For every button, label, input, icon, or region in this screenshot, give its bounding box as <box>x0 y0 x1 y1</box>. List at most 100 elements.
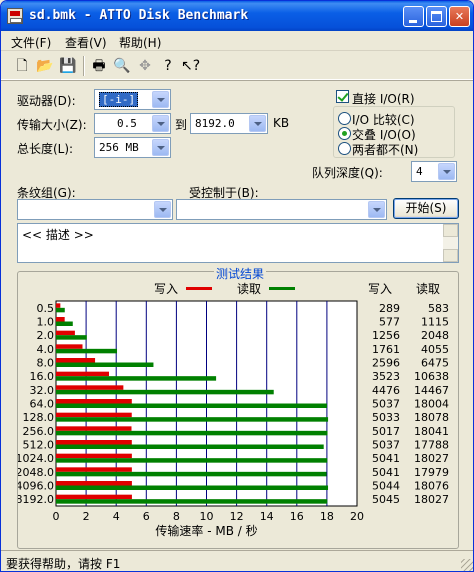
menu-file[interactable]: 文件(F) <box>11 34 51 51</box>
y-tick-label: 2048.0 <box>18 466 54 479</box>
value-write: 577 <box>379 316 400 329</box>
queue-depth-value: 4 <box>416 165 423 178</box>
value-write: 5045 <box>372 493 400 506</box>
legend-read-swatch <box>269 287 295 290</box>
value-read: 18027 <box>414 493 449 506</box>
chevron-down-icon[interactable] <box>152 115 169 132</box>
app-window: sd.bmk - ATTO Disk Benchmark ✕ 文件(F) 查看(… <box>0 0 474 572</box>
status-text: 要获得帮助，请按 F1 <box>6 557 121 571</box>
menu-view[interactable]: 查看(V) <box>65 34 107 51</box>
bar-write <box>56 440 132 445</box>
title-bar[interactable]: sd.bmk - ATTO Disk Benchmark ✕ <box>1 1 473 31</box>
value-read: 17788 <box>414 439 449 452</box>
y-tick-label: 8.0 <box>37 357 55 370</box>
queue-depth-select[interactable]: 4 <box>411 161 457 182</box>
new-file-icon[interactable]: 🗋 <box>13 57 31 75</box>
bar-read <box>56 362 154 367</box>
transfer-from-select[interactable]: 0.5 <box>94 113 171 134</box>
chevron-down-icon[interactable] <box>249 115 266 132</box>
chevron-down-icon[interactable] <box>438 163 455 180</box>
transfer-size-label: 传输大小(Z): <box>17 118 87 132</box>
y-tick-label: 16.0 <box>30 370 55 383</box>
open-folder-icon[interactable]: 📂 <box>36 57 54 75</box>
drive-label: 驱动器(D): <box>17 94 76 108</box>
y-tick-label: 8192.0 <box>18 493 54 506</box>
value-write: 1761 <box>372 343 400 356</box>
chevron-down-icon[interactable] <box>152 139 169 156</box>
total-length-label: 总长度(L): <box>17 142 74 156</box>
bar-read <box>56 348 118 354</box>
bar-write <box>56 453 132 459</box>
col-header-write: 写入 <box>368 282 392 296</box>
value-read: 2048 <box>421 329 449 342</box>
transfer-to-select[interactable]: 8192.0 <box>190 113 268 134</box>
close-button[interactable]: ✕ <box>449 6 470 27</box>
help-icon[interactable]: ? <box>159 57 177 75</box>
neither-radio[interactable] <box>338 142 351 155</box>
description-field[interactable]: << 描述 >> <box>17 223 459 263</box>
transfer-to-value: 8192.0 <box>195 117 235 130</box>
direct-io-checkbox[interactable] <box>336 90 349 103</box>
total-length-value: 256 MB <box>99 141 139 154</box>
disk-app-icon[interactable] <box>7 8 23 24</box>
print-preview-icon[interactable]: 🔍 <box>113 57 131 75</box>
close-icon: ✕ <box>454 10 465 23</box>
minimize-button[interactable] <box>403 6 424 27</box>
drive-select[interactable]: [-i-] <box>94 89 171 110</box>
overlap-io-radio[interactable] <box>338 127 351 140</box>
description-scrollbar[interactable] <box>443 224 458 262</box>
chevron-down-icon[interactable] <box>152 91 169 108</box>
scroll-up-button[interactable] <box>443 224 458 237</box>
context-help-icon[interactable]: ↖? <box>181 57 200 75</box>
value-write: 5033 <box>372 411 400 424</box>
chevron-down-icon[interactable] <box>154 201 171 218</box>
controlled-by-select[interactable] <box>176 199 387 220</box>
value-write: 5037 <box>372 439 400 452</box>
direct-io-label[interactable]: 直接 I/O(R) <box>352 90 415 107</box>
bar-write <box>56 481 132 486</box>
io-compare-radio[interactable] <box>338 112 351 125</box>
bar-read <box>56 417 329 422</box>
x-tick-2: 2 <box>83 510 90 523</box>
bar-read <box>56 471 327 477</box>
value-write: 5017 <box>372 425 400 438</box>
value-read: 1115 <box>421 316 449 329</box>
print-icon[interactable]: 🖶 <box>90 57 108 75</box>
value-read: 18076 <box>414 480 449 493</box>
menu-bar: 文件(F) 查看(V) 帮助(H) <box>1 31 473 51</box>
chevron-down-icon[interactable] <box>368 201 385 218</box>
maximize-button[interactable] <box>426 6 447 27</box>
value-read: 6475 <box>421 357 449 370</box>
y-tick-label: 0.5 <box>37 302 55 315</box>
legend-read-label: 读取 <box>237 282 261 296</box>
neither-label[interactable]: 两者都不(N) <box>352 141 418 158</box>
value-read: 18004 <box>414 398 449 411</box>
x-axis-label: 传输速率 - MB / 秒 <box>155 523 257 538</box>
x-tick-6: 6 <box>143 510 150 523</box>
resize-grip-icon[interactable] <box>461 559 473 571</box>
bar-read <box>56 376 217 381</box>
move-icon[interactable]: ✥ <box>136 57 154 75</box>
bar-read <box>56 321 73 326</box>
bar-write <box>56 494 132 500</box>
menu-help[interactable]: 帮助(H) <box>119 34 161 51</box>
transfer-rate-chart: 写入 读取 写入 读取 0 2 4 6 8 10 12 14 16 18 20 传输速率 - MB / 秒 0.… <box>18 282 449 538</box>
value-write: 5041 <box>372 452 400 465</box>
scroll-down-button[interactable] <box>443 249 458 262</box>
bar-write <box>56 344 83 349</box>
value-write: 1256 <box>372 329 400 342</box>
start-button[interactable]: 开始(S) <box>393 198 459 219</box>
y-tick-label: 1.0 <box>37 316 55 329</box>
bar-write <box>56 412 132 418</box>
save-icon[interactable]: 💾 <box>59 57 77 75</box>
transfer-from-value: 0.5 <box>117 117 137 130</box>
maximize-icon <box>431 11 442 22</box>
stripe-group-select[interactable] <box>17 199 173 220</box>
total-length-select[interactable]: 256 MB <box>94 137 171 158</box>
value-write: 3523 <box>372 370 400 383</box>
bar-write <box>56 426 132 431</box>
x-tick-14: 14 <box>260 510 274 523</box>
results-panel: 测试结果 写入 读取 写入 读取 0 2 4 6 8 10 12 14 16 18 20 传输速率 - MB … <box>17 265 459 549</box>
legend-write-label: 写入 <box>154 282 178 296</box>
value-write: 5044 <box>372 480 400 493</box>
